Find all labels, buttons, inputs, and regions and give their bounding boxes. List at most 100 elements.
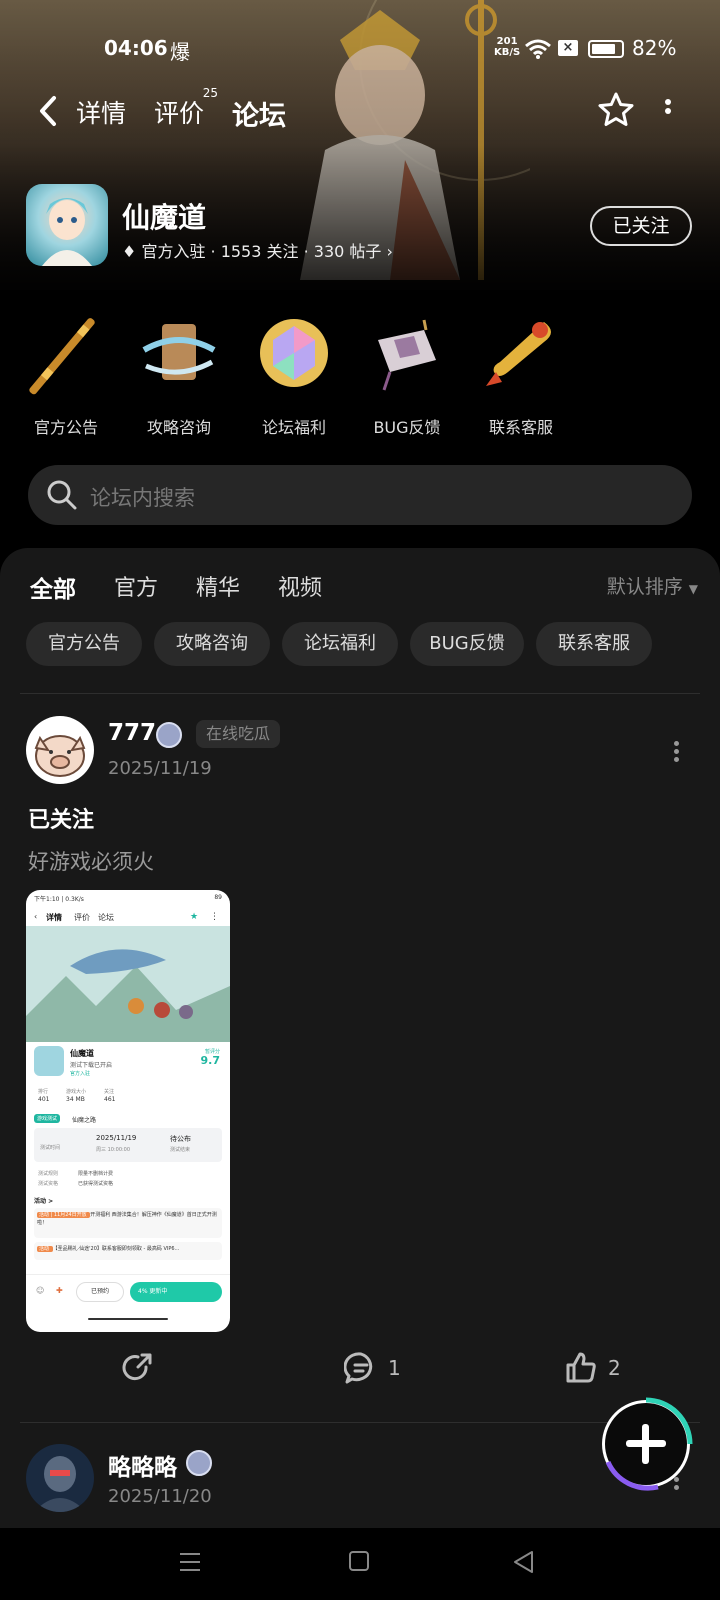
gem-icon bbox=[260, 319, 328, 387]
sort-dropdown[interactable]: 默认排序 ▼ bbox=[607, 572, 698, 599]
staff-icon bbox=[29, 318, 95, 395]
net-speed-unit: KB/S bbox=[494, 47, 521, 58]
shot-rules-label-2: 测试资格 bbox=[38, 1181, 59, 1187]
chevron-right-icon: › bbox=[386, 242, 393, 261]
chip-bug-feedback[interactable]: BUG反馈 bbox=[410, 622, 524, 666]
tab-featured-label: 精华 bbox=[196, 576, 241, 601]
back-triangle-icon[interactable] bbox=[512, 1550, 534, 1574]
game-meta[interactable]: ♦ 官方入驻 · 1553 关注 · 330 帖子 › bbox=[122, 238, 393, 262]
tab-details[interactable]: 详情 bbox=[76, 94, 126, 130]
chip-strategy[interactable]: 攻略咨询 bbox=[154, 622, 270, 666]
shot-test-badge: 游戏测试 bbox=[34, 1114, 61, 1123]
game-meta-text: 官方入驻 · 1553 关注 · 330 帖子 bbox=[141, 242, 382, 261]
category-strategy[interactable]: 攻略咨询 bbox=[129, 310, 229, 438]
more-options-icon[interactable] bbox=[664, 96, 672, 124]
shot-act2-text: 【圣品赐礼·仙途'20】联系客服即刻领取 - 最高码 VIP6... bbox=[52, 1246, 180, 1252]
category-official-announcement[interactable]: 官方公告 bbox=[16, 310, 116, 438]
reviews-count: 25 bbox=[202, 86, 219, 100]
shot-reserved: 已预约 bbox=[76, 1282, 124, 1302]
battery-percent: 82% bbox=[632, 36, 677, 60]
category-welfare[interactable]: 论坛福利 bbox=[244, 310, 344, 438]
shot-gift-icon: ✚ bbox=[56, 1286, 63, 1295]
favorite-star-icon[interactable] bbox=[596, 90, 636, 130]
avatar[interactable] bbox=[26, 1444, 94, 1512]
shot-star-icon: ★ bbox=[190, 912, 199, 922]
shot-banner-art bbox=[26, 926, 230, 1042]
notification-icon: 爆 bbox=[170, 40, 190, 64]
game-icon-art bbox=[42, 198, 92, 266]
comment-button[interactable]: 1 bbox=[343, 1346, 404, 1390]
shot-stat-label-1: 排行 bbox=[38, 1089, 49, 1095]
shot-stat-value-2: 34 MB bbox=[66, 1096, 85, 1103]
shot-rules-value-1: 限量不删档计费 bbox=[78, 1171, 114, 1177]
shot-game-name: 仙魔道 bbox=[70, 1049, 94, 1058]
shot-test-end: 待公布 bbox=[170, 1135, 191, 1143]
net-speed-value: 201 bbox=[496, 36, 518, 47]
tab-official[interactable]: 官方 bbox=[114, 570, 158, 602]
avatar[interactable] bbox=[26, 716, 94, 784]
post-body: 好游戏必须火 bbox=[28, 850, 154, 874]
chip-welfare[interactable]: 论坛福利 bbox=[282, 622, 398, 666]
chip-official-announcement[interactable]: 官方公告 bbox=[26, 622, 142, 666]
game-name: 仙魔道 bbox=[122, 201, 207, 234]
ruyi-icon bbox=[486, 322, 551, 386]
tab-reviews[interactable]: 评价 25 bbox=[154, 86, 218, 130]
post-title: 已关注 bbox=[28, 808, 95, 833]
share-icon bbox=[122, 1353, 152, 1381]
comment-count: 1 bbox=[388, 1356, 401, 1380]
username[interactable]: 777 bbox=[108, 720, 156, 746]
pig-avatar-art bbox=[26, 716, 94, 784]
caret-down-icon: ▼ bbox=[688, 582, 698, 596]
menu-icon[interactable] bbox=[178, 1550, 202, 1574]
feed-tabs: 全部 官方 精华 视频 默认排序 ▼ bbox=[0, 570, 720, 610]
robot-avatar-art bbox=[26, 1444, 94, 1512]
shot-rules-label-1: 测试规则 bbox=[38, 1171, 59, 1177]
shot-status: 下午1:10 | 0.3K/s bbox=[34, 896, 84, 903]
tab-all[interactable]: 全部 bbox=[30, 570, 76, 606]
username[interactable]: 略略略 bbox=[108, 1448, 177, 1482]
shot-test-date: 2025/11/19 bbox=[96, 1134, 137, 1142]
shot-battery: 89 bbox=[214, 894, 222, 901]
official-diamond-icon: ♦ bbox=[122, 242, 137, 261]
shot-more-icon: ⋮ bbox=[210, 912, 219, 922]
forum-search-input[interactable]: 论坛内搜索 bbox=[28, 465, 692, 525]
game-icon[interactable] bbox=[26, 184, 108, 266]
shot-home-indicator bbox=[88, 1318, 168, 1320]
no-sim-icon: × bbox=[558, 40, 578, 56]
like-count: 2 bbox=[608, 1356, 621, 1380]
shot-back-icon: ‹ bbox=[34, 912, 38, 921]
shot-game-sub: 测试下载已开启 bbox=[70, 1062, 113, 1069]
follow-button[interactable]: 已关注 bbox=[590, 206, 692, 246]
post-actions: 1 2 bbox=[0, 1346, 720, 1390]
shot-game-icon bbox=[34, 1046, 64, 1076]
new-post-button[interactable] bbox=[602, 1397, 693, 1491]
battery-icon bbox=[588, 40, 624, 58]
tab-featured[interactable]: 精华 bbox=[196, 570, 240, 602]
like-button[interactable]: 2 bbox=[564, 1346, 624, 1390]
tab-forum[interactable]: 论坛 bbox=[232, 94, 286, 135]
level-badge-icon bbox=[186, 1450, 212, 1476]
shot-stat-value-1: 401 bbox=[38, 1096, 50, 1103]
back-arrow-icon[interactable] bbox=[34, 94, 64, 128]
category-label: 论坛福利 bbox=[261, 418, 326, 437]
forum-categories: 官方公告 攻略咨询 论坛福利 BUG反馈 联系客服 bbox=[0, 310, 720, 440]
shot-bottom-divider bbox=[26, 1274, 230, 1275]
home-icon[interactable] bbox=[348, 1550, 370, 1572]
shot-act1-tag: 活动 | 11月24日开放 bbox=[37, 1212, 91, 1218]
tab-all-label: 全部 bbox=[30, 577, 76, 603]
shot-tab-details: 详情 bbox=[46, 913, 62, 922]
category-bug-feedback[interactable]: BUG反馈 bbox=[357, 310, 457, 438]
shot-test-name: 仙魔之路 bbox=[72, 1117, 97, 1124]
share-button[interactable] bbox=[120, 1346, 154, 1390]
tab-video[interactable]: 视频 bbox=[278, 570, 322, 602]
scroll-icon bbox=[142, 324, 216, 380]
tab-forum-label: 论坛 bbox=[232, 101, 286, 132]
thumbs-up-icon bbox=[566, 1352, 596, 1383]
post-image[interactable]: 下午1:10 | 0.3K/s 89 ‹ 详情 评价 论坛 ★ ⋮ 仙魔道 测试… bbox=[26, 890, 230, 1332]
category-customer-service[interactable]: 联系客服 bbox=[471, 310, 571, 438]
post-more-icon[interactable] bbox=[672, 738, 680, 765]
tab-official-label: 官方 bbox=[114, 576, 159, 601]
chip-customer-service[interactable]: 联系客服 bbox=[536, 622, 652, 666]
game-info: 仙魔道 ♦ 官方入驻 · 1553 关注 · 330 帖子 › 已关注 bbox=[0, 184, 720, 270]
shot-stat-value-3: 461 bbox=[104, 1096, 116, 1103]
